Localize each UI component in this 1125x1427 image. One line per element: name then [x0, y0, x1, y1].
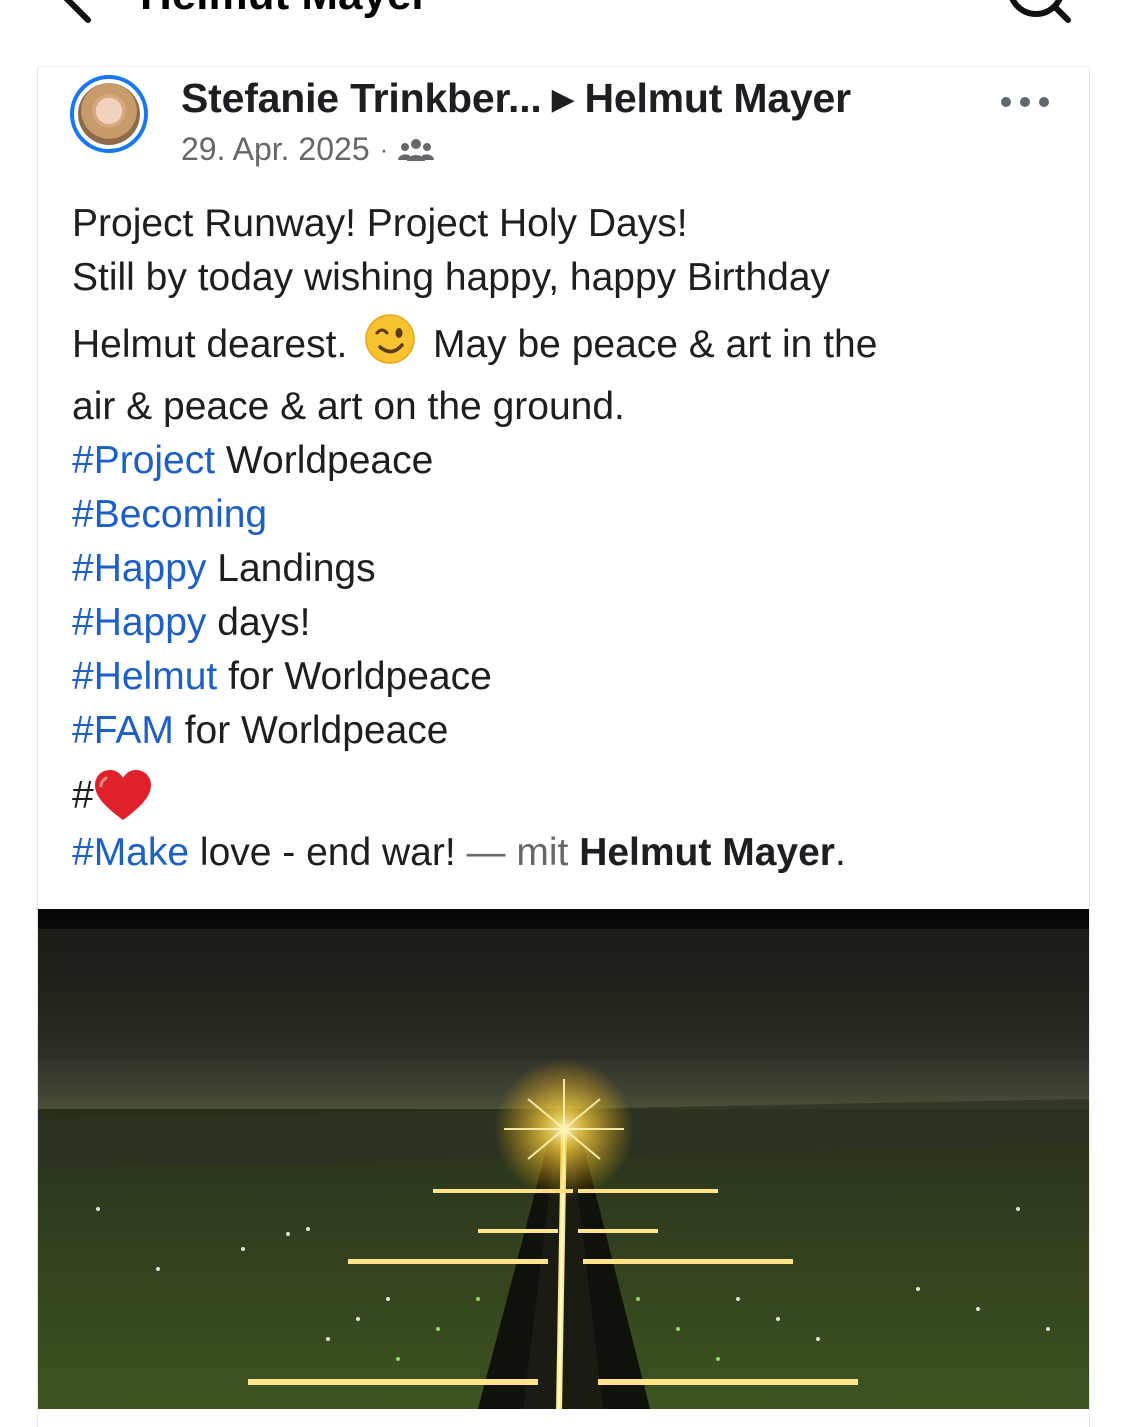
wink-emoji-icon: [365, 314, 415, 364]
page-title: Helmut Mayer: [140, 0, 429, 20]
avatar-image: [78, 83, 140, 145]
hashtag-link[interactable]: #Make: [72, 831, 189, 874]
hashtag-line: #Happy Landings: [72, 542, 1062, 596]
text-fragment: for Worldpeace: [173, 709, 449, 752]
text-fragment: love - end war!: [189, 831, 456, 874]
text-fragment: for Worldpeace: [217, 655, 492, 698]
arrow-right-icon: ▶: [551, 83, 575, 116]
runway-night-image: [38, 909, 1089, 1409]
text-fragment: Landings: [206, 547, 376, 590]
friends-icon: [398, 138, 435, 161]
tagged-person-link[interactable]: Helmut Mayer: [579, 831, 835, 874]
post-photo[interactable]: [38, 909, 1089, 1409]
hashtag-line: #Happy days!: [72, 596, 1062, 650]
text-line: Still by today wishing happy, happy Birt…: [72, 256, 831, 299]
post-message: Project Runway! Project Holy Days! Still…: [72, 197, 1062, 880]
hashtag-link[interactable]: #Project: [72, 439, 215, 482]
hash-symbol: #: [72, 774, 94, 817]
text-fragment: .: [834, 831, 846, 874]
red-heart-icon: [94, 770, 151, 820]
text-line: Helmut dearest. May be peace & art in th…: [72, 313, 1062, 372]
hashtag-line: #Make love - end war! — mit Helmut Mayer…: [72, 826, 1062, 880]
post-card: Stefanie Trinkber... ▶ Helmut Mayer 29. Ap…: [37, 66, 1090, 1427]
text-fragment: days!: [206, 601, 311, 644]
back-arrow-icon[interactable]: [52, 0, 102, 26]
post-date[interactable]: 29. Apr. 2025: [181, 131, 370, 168]
target-name[interactable]: Helmut Mayer: [584, 75, 851, 121]
avatar[interactable]: [70, 75, 148, 153]
text-fragment: Worldpeace: [215, 439, 434, 482]
hashtag-line: #Project Worldpeace: [72, 434, 1062, 488]
hashtag-line: #: [72, 766, 1062, 826]
text-line: Project Runway! Project Holy Days!: [72, 202, 688, 245]
post-header: Stefanie Trinkber... ▶ Helmut Mayer: [181, 75, 851, 122]
hashtag-link[interactable]: #Happy: [72, 601, 206, 644]
text-fragment: May be peace & art in the: [432, 323, 878, 366]
hashtag-link[interactable]: #Happy: [72, 547, 206, 590]
author-name[interactable]: Stefanie Trinkber...: [181, 75, 542, 121]
hashtag-line: #FAM for Worldpeace: [72, 704, 1062, 758]
hashtag-line: #Becoming: [72, 488, 1062, 542]
hashtag-link[interactable]: #FAM: [72, 709, 174, 752]
top-navigation-bar: Helmut Mayer: [0, 0, 1125, 30]
hashtag-line: #Helmut for Worldpeace: [72, 650, 1062, 704]
meta-separator: ·: [379, 134, 389, 164]
more-options-icon[interactable]: [998, 94, 1052, 110]
hashtag-link[interactable]: #Helmut: [72, 655, 217, 698]
hashtag-link[interactable]: #Becoming: [72, 493, 267, 536]
post-meta: 29. Apr. 2025 ·: [181, 131, 435, 168]
text-fragment: Helmut dearest.: [72, 323, 348, 366]
text-line: air & peace & art on the ground.: [72, 385, 625, 428]
with-prefix: — mit: [455, 831, 580, 874]
search-icon[interactable]: [1000, 0, 1080, 26]
